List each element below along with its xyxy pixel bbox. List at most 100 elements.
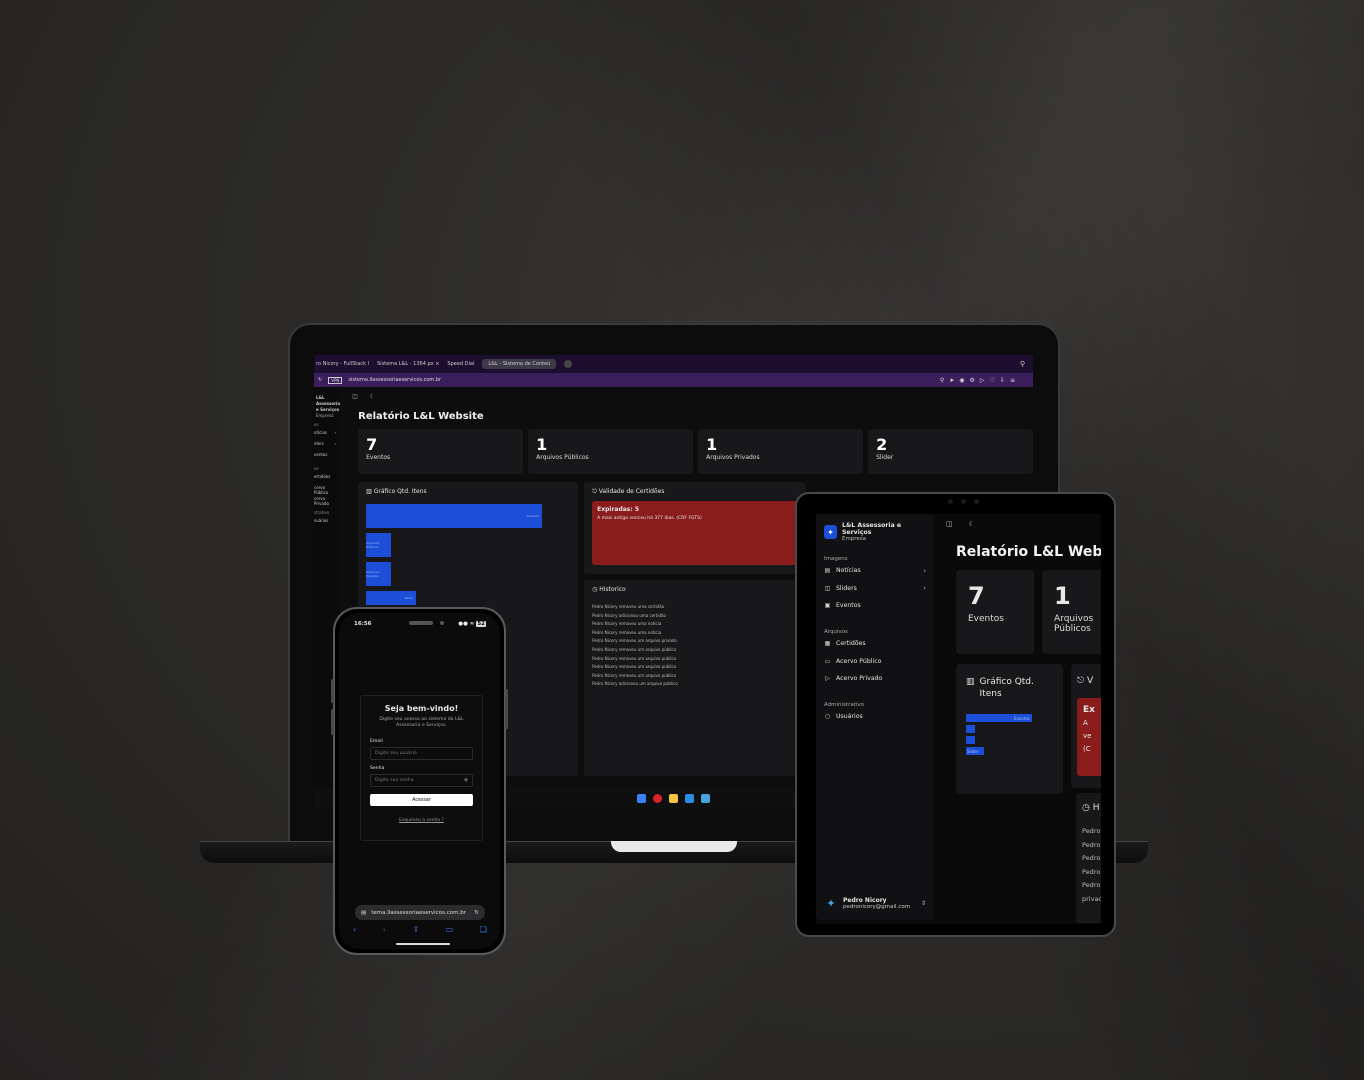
sidebar-item-eventos[interactable]: ventos	[314, 452, 340, 463]
stat-card: 1 Arquivos Públicos	[1042, 570, 1101, 654]
chevron-updown-icon[interactable]: ⇕	[921, 900, 926, 907]
windows-start-icon[interactable]	[637, 793, 646, 803]
sidebar-item-acervo-privado[interactable]: cervo Privado	[314, 496, 340, 507]
sidebar-item-sliders[interactable]: iders ›	[314, 441, 340, 452]
brand-sub: Empresa	[841, 536, 867, 542]
sidebar-item-usuarios[interactable]: ○ Usuários	[824, 708, 926, 726]
forward-icon[interactable]: ›	[383, 925, 386, 934]
history-item: Pedro	[1082, 854, 1101, 862]
phone-side-button	[505, 689, 508, 729]
folder-icon[interactable]	[669, 793, 678, 803]
sidebar-item-noticias[interactable]: ▤ Notícias ›	[824, 562, 926, 580]
clock-icon: ◷	[592, 586, 598, 593]
expired-text: A mais antiga venceu há 377 dias. (CRF F…	[597, 516, 702, 521]
download-icon[interactable]: ⇩	[1000, 377, 1005, 384]
sidebar-item-noticias[interactable]: otícias ›	[314, 430, 340, 441]
topbar: ◫ ☾	[946, 520, 1101, 532]
history-panel: ◷ Historico Pedro Nicory removeu uma cer…	[584, 580, 807, 776]
sidebar-item-certidoes[interactable]: ertidões	[314, 474, 340, 485]
chevron-right-icon: ›	[923, 584, 926, 593]
forgot-password-link[interactable]: Esqueceu a senha ?	[370, 818, 473, 823]
stats-row: 7 Eventos 1 Arquivos Públicos	[956, 570, 1101, 654]
validity-title: ⎋ Validade de Certidões	[592, 488, 665, 495]
vscode-icon[interactable]	[685, 793, 694, 803]
bookmarks-icon[interactable]: ▭	[446, 925, 454, 934]
sidebar-brand[interactable]: ✦ L&L Assessoria e Serviços Empresa	[824, 522, 926, 542]
chart-bar	[966, 725, 975, 733]
browser-tab[interactable]: Speed Dial	[447, 361, 474, 367]
history-title: ◷ Historico	[592, 586, 626, 593]
email-field[interactable]: Digite seu usuário	[370, 747, 473, 760]
login-card: Seja bem-vindo! Digite seu acesso ao sis…	[360, 695, 483, 841]
home-indicator	[396, 943, 450, 945]
photos-icon[interactable]	[701, 793, 710, 803]
chart-icon: ▥	[366, 488, 372, 495]
url-text[interactable]: tema.llassessoriaeservicos.com.br	[371, 910, 469, 916]
sidebar-user[interactable]: ✦ Pedro Nicory pedronicory@gmail.com ⇕	[824, 896, 926, 910]
reload-icon[interactable]: ↻	[318, 377, 322, 383]
page-menu-icon[interactable]: ▤	[361, 910, 366, 916]
url-text[interactable]: sistema.llassessoriaeservicos.com.br	[348, 377, 441, 383]
share-icon[interactable]: ⇧	[412, 925, 419, 934]
settings-icon[interactable]: ⚙	[970, 377, 975, 384]
stat-card: 1 Arquivos Públicos	[528, 429, 694, 474]
zoom-icon[interactable]: ⚲	[940, 377, 944, 384]
history-item: privac	[1082, 894, 1101, 903]
browser-tab[interactable]: Sistema L&L - 1364 px ×	[377, 361, 439, 367]
opera-icon[interactable]	[653, 793, 662, 803]
menu-icon[interactable]: ≡	[1010, 377, 1015, 384]
browser-tab[interactable]: ro Nicory - FullStack I	[316, 361, 369, 367]
page-title: Relatório L&L Websi	[956, 544, 1101, 560]
tablet-camera	[948, 499, 979, 504]
lock-icon: ▷	[825, 675, 830, 683]
laptop-notch	[611, 841, 737, 852]
sidebar-item-sliders[interactable]: ◫ Sliders ›	[824, 580, 926, 598]
vpn-badge[interactable]: VPN	[328, 376, 343, 384]
sidebar-toggle-icon[interactable]: ◫	[946, 520, 953, 532]
history-item: Pedro Nicory removeu uma notícia	[592, 621, 662, 627]
safari-url-bar[interactable]: ▤ tema.llassessoriaeservicos.com.br ↻	[355, 905, 485, 920]
tabs-icon[interactable]: ❏	[480, 925, 487, 934]
chevron-right-icon: ›	[923, 566, 926, 575]
new-tab-button[interactable]	[564, 360, 573, 368]
send-icon[interactable]: ➤	[949, 377, 954, 384]
status-icons: ●● ≈ 52	[458, 621, 486, 627]
welcome-title: Seja bem-vindo!	[384, 704, 459, 713]
sidebar-item-acervo-publico[interactable]: ▭ Acervo Público	[824, 652, 926, 670]
avatar: ✦	[826, 896, 836, 910]
sidebar-toggle-icon[interactable]: ◫	[352, 393, 358, 405]
book-icon: ▭	[824, 657, 831, 665]
password-label: Senha	[370, 766, 385, 771]
bell-icon: ⎋	[1077, 676, 1085, 686]
eye-icon[interactable]: ◉	[464, 778, 468, 783]
sidebar-item-usuarios[interactable]: suários	[314, 518, 340, 529]
sidebar-item-eventos[interactable]: ▣ Eventos	[824, 597, 926, 615]
tab-search-icon[interactable]: ⚲	[1020, 360, 1025, 368]
theme-toggle-icon[interactable]: ☾	[370, 393, 375, 405]
browser-tab-active[interactable]: L&L - Sistema de Conteú	[482, 359, 557, 369]
chart-title: ▥ Gráfico Qtd. Itens	[966, 677, 1034, 699]
chart-panel: ▥ Gráfico Qtd. Itens Eventos Slider	[956, 664, 1063, 794]
sidebar-brand: L&L Assessoria e Serviços	[316, 395, 341, 412]
topbar: ◫ ☾	[352, 393, 1033, 405]
sidebar-item-acervo-privado[interactable]: ▷ Acervo Privado	[824, 670, 926, 688]
back-icon[interactable]: ‹	[353, 925, 356, 934]
history-item: Pedro Nicory removeu um arquivo público	[592, 664, 677, 670]
play-icon[interactable]: ▷	[980, 377, 985, 384]
sidebar-group: strativo	[314, 510, 330, 515]
chart-bar: Slider	[366, 591, 417, 605]
history-item: Pedro	[1082, 881, 1101, 889]
expired-alert: Expiradas: 5 A mais antiga venceu há 377…	[592, 501, 799, 565]
theme-toggle-icon[interactable]: ☾	[969, 520, 975, 532]
camera-icon[interactable]: ◉	[959, 377, 964, 384]
password-field[interactable]: Digite sua senha ◉	[370, 774, 473, 787]
sidebar-item-acervo-publico[interactable]: cervo Público	[314, 485, 340, 496]
brand-name: L&L Assessoria e Serviços	[841, 522, 902, 536]
expired-title: Expiradas: 5	[597, 506, 640, 513]
sidebar-item-certidoes[interactable]: ▦ Certidões	[824, 635, 926, 653]
history-item: Pedro Nicory adicionou uma certidão	[592, 612, 666, 618]
reload-icon[interactable]: ↻	[474, 910, 479, 916]
login-button[interactable]: Acessar	[370, 794, 473, 806]
heart-icon[interactable]: ♡	[990, 377, 995, 384]
safari-toolbar: ‹ › ⇧ ▭ ❏	[353, 925, 487, 934]
